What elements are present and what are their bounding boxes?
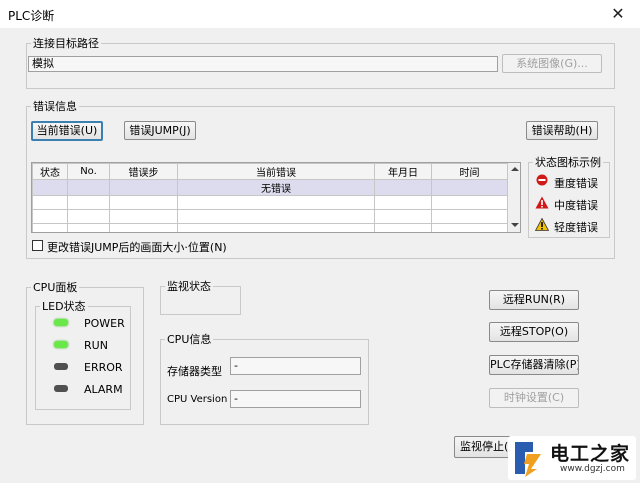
table-cell (109, 209, 178, 224)
table-cell: 无错误 (177, 179, 375, 196)
table-cell (67, 223, 110, 232)
table-cell (177, 195, 375, 210)
table-cell (32, 195, 68, 210)
cpu-info-group (160, 339, 369, 425)
column-header-date[interactable]: 年月日 (374, 163, 432, 180)
watermark-url: www.dgzj.com (560, 464, 625, 474)
legend-label-severe: 重度错误 (554, 177, 598, 190)
column-header-status[interactable]: 状态 (32, 163, 68, 180)
error-led-icon (54, 363, 68, 370)
table-cell (374, 223, 432, 232)
alarm-led-label: ALARM (84, 383, 123, 396)
legend-label-minor: 轻度错误 (554, 221, 598, 234)
table-cell (431, 195, 508, 210)
error-info-group-label: 错误信息 (31, 100, 79, 113)
title-bar (0, 0, 640, 28)
resize-checkbox-label[interactable]: 更改错误JUMP后的画面大小·位置(N) (47, 239, 227, 255)
table-cell (32, 209, 68, 224)
run-led-label: RUN (84, 339, 108, 352)
monitor-status-label: 监视状态 (165, 280, 213, 293)
table-scrollbar[interactable] (507, 163, 520, 232)
error-help-button[interactable]: 错误帮助(H) (526, 121, 598, 140)
plc-memory-clear-button[interactable]: PLC存储器清除(P) (489, 355, 579, 375)
table-cell (431, 209, 508, 224)
column-header-time[interactable]: 时间 (431, 163, 508, 180)
alarm-led-icon (54, 385, 68, 392)
cpu-info-label: CPU信息 (165, 333, 214, 346)
column-header-error-step[interactable]: 错误步 (109, 163, 178, 180)
status-legend-label: 状态图标示例 (533, 156, 603, 169)
table-cell (109, 195, 178, 210)
table-cell (431, 223, 508, 232)
scroll-up-icon[interactable] (511, 167, 519, 171)
table-cell (109, 179, 178, 196)
power-led-icon (54, 319, 68, 326)
watermark-logo-icon (515, 442, 541, 477)
error-table-header: 状态 No. 错误步 当前错误 年月日 时间 (32, 163, 508, 180)
memory-type-label: 存储器类型 (167, 365, 222, 378)
connection-target-field[interactable]: 模拟 (28, 56, 498, 72)
warning-triangle-icon (535, 196, 549, 209)
memory-type-field: - (230, 357, 361, 375)
table-cell (109, 223, 178, 232)
table-cell (32, 179, 68, 196)
resize-checkbox[interactable] (32, 240, 43, 251)
error-led-label: ERROR (84, 361, 123, 374)
scroll-down-icon[interactable] (511, 223, 519, 227)
clock-setting-button[interactable]: 时钟设置(C) (489, 388, 579, 408)
table-cell (374, 209, 432, 224)
table-cell (32, 223, 68, 232)
window-title: PLC诊断 (8, 9, 55, 23)
led-status-label: LED状态 (40, 300, 88, 313)
column-header-current-error[interactable]: 当前错误 (177, 163, 375, 180)
cpu-panel-label: CPU面板 (31, 281, 80, 294)
watermark-text: 电工之家 (550, 443, 631, 465)
current-error-button[interactable]: 当前错误(U) (31, 121, 103, 141)
error-table-container: 状态 No. 错误步 当前错误 年月日 时间 无错误 (31, 162, 521, 233)
table-cell (177, 209, 375, 224)
error-table: 状态 No. 错误步 当前错误 年月日 时间 无错误 (32, 163, 508, 232)
table-row[interactable] (32, 209, 508, 224)
run-led-icon (54, 341, 68, 348)
legend-label-moderate: 中度错误 (554, 199, 598, 212)
connection-group-label: 连接目标路径 (31, 37, 101, 50)
system-image-button[interactable]: 系统图像(G)... (502, 54, 602, 73)
cpu-version-field: - (230, 390, 361, 408)
table-cell (67, 209, 110, 224)
table-row[interactable] (32, 223, 508, 232)
remote-run-button[interactable]: 远程RUN(R) (489, 290, 579, 310)
close-button[interactable]: ✕ (604, 2, 632, 26)
error-jump-button[interactable]: 错误JUMP(J) (124, 121, 196, 140)
table-cell (177, 223, 375, 232)
table-row[interactable] (32, 195, 508, 210)
power-led-label: POWER (84, 317, 125, 330)
remote-stop-button[interactable]: 远程STOP(O) (489, 322, 579, 342)
watermark: 电工之家 www.dgzj.com (508, 436, 636, 480)
stop-circle-icon (536, 174, 548, 186)
table-cell (374, 179, 432, 196)
table-row[interactable]: 无错误 (32, 179, 508, 196)
table-cell (431, 179, 508, 196)
table-cell (374, 195, 432, 210)
warning-triangle-icon (535, 218, 549, 231)
cpu-version-label: CPU Version (167, 394, 228, 405)
table-cell (67, 195, 110, 210)
column-header-no[interactable]: No. (67, 163, 110, 180)
table-cell (67, 179, 110, 196)
